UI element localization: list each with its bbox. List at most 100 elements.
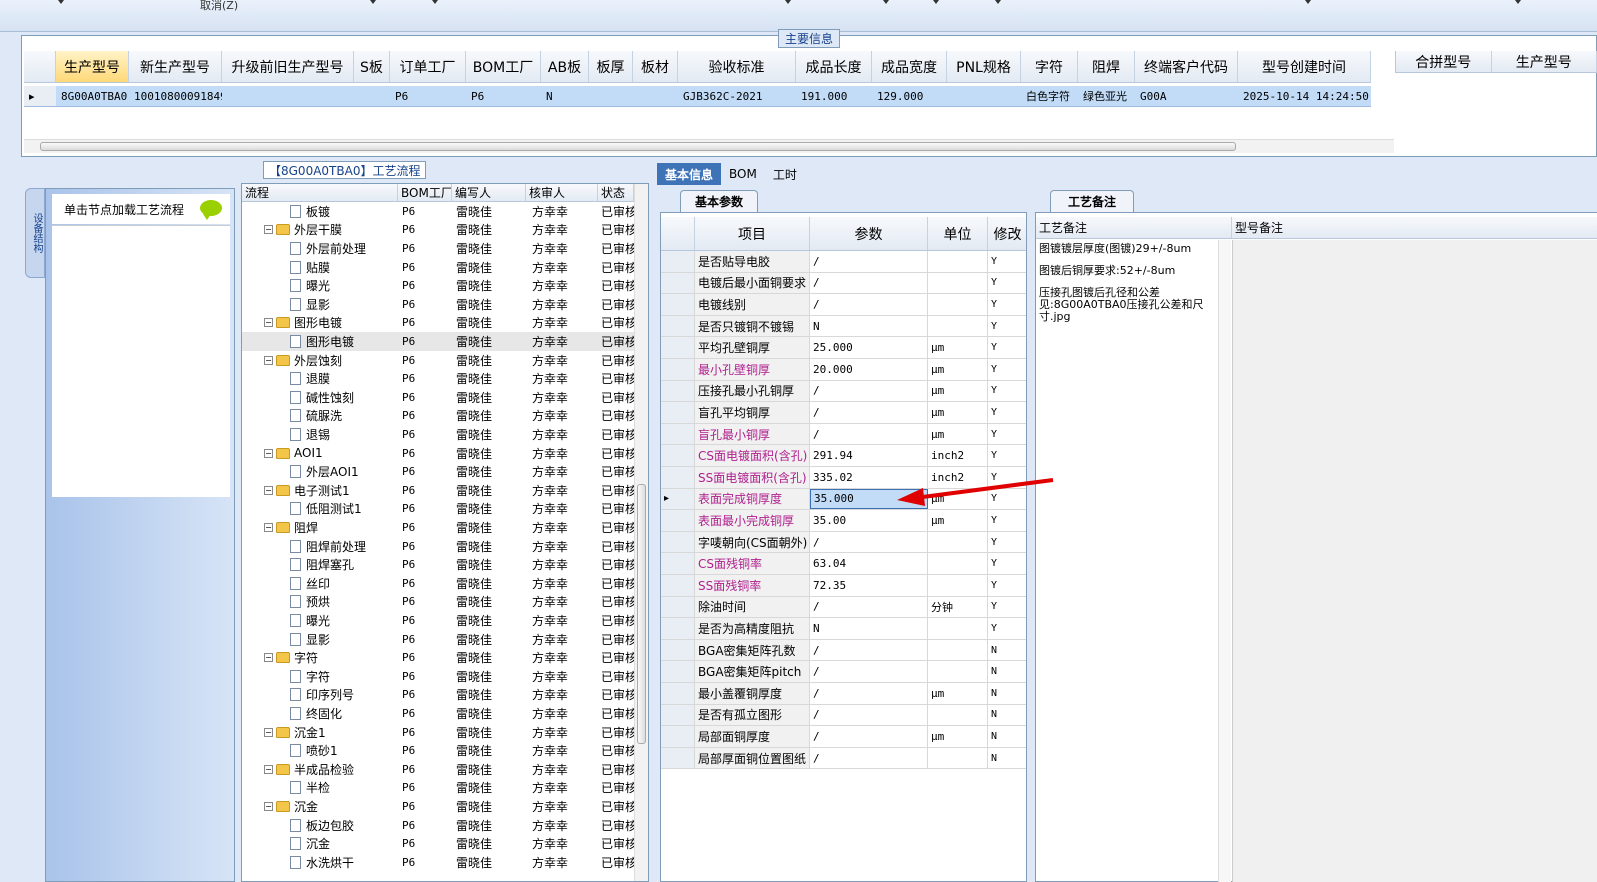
tree-node[interactable]: − AOI1: [242, 444, 398, 463]
tree-row[interactable]: 板边包胶 P6 雷晓佳 方幸幸 已审核: [242, 816, 634, 835]
tree-col-header[interactable]: BOM工厂: [398, 184, 452, 201]
dropdown-arrow-icon[interactable]: [58, 0, 64, 4]
model-notes-text[interactable]: [1232, 240, 1597, 882]
main-col-header[interactable]: AB板: [541, 51, 589, 82]
main-col-header[interactable]: BOM工厂: [466, 51, 541, 82]
expand-toggle-icon[interactable]: −: [264, 764, 273, 774]
process-notes-text[interactable]: 图镀镀层厚度(图镀)29+/-8um 图镀后铜厚要求:52+/-8um 压接孔图…: [1039, 243, 1219, 333]
param-row[interactable]: CS面电镀面积(含孔) 291.94 inch2 Y: [661, 445, 1026, 467]
tree-col-header[interactable]: 状态: [598, 184, 634, 201]
tree-node[interactable]: 喷砂1: [242, 741, 398, 760]
param-value[interactable]: /: [810, 704, 928, 726]
param-row[interactable]: 最小盖覆铜厚度 / μm N: [661, 683, 1026, 705]
tree-row[interactable]: − 电子测试1 P6 雷晓佳 方幸幸 已审核: [242, 481, 634, 500]
tree-node[interactable]: − 图形电镀: [242, 314, 398, 333]
main-col-header[interactable]: 新生产型号: [129, 51, 222, 82]
tree-node[interactable]: 外层AOI1: [242, 462, 398, 481]
param-value[interactable]: 72.35: [810, 575, 928, 596]
tree-row[interactable]: − 沉金 P6 雷晓佳 方幸幸 已审核: [242, 797, 634, 816]
col-production-model[interactable]: 生产型号: [1492, 51, 1597, 72]
param-value[interactable]: /: [810, 747, 928, 769]
cancel-button[interactable]: 取消(Z): [200, 0, 238, 13]
param-value[interactable]: 20.000: [810, 359, 928, 380]
tree-row[interactable]: − 外层蚀刻 P6 雷晓佳 方幸幸 已审核: [242, 351, 634, 370]
tree-node[interactable]: 硫脲洗: [242, 407, 398, 426]
expand-toggle-icon[interactable]: −: [264, 801, 273, 811]
main-col-header[interactable]: 成品长度: [796, 51, 872, 82]
tree-row[interactable]: 阻焊塞孔 P6 雷晓佳 方幸幸 已审核: [242, 555, 634, 574]
tree-node[interactable]: − 外层蚀刻: [242, 351, 398, 370]
tree-node[interactable]: 字符: [242, 667, 398, 686]
scroll-thumb[interactable]: [637, 484, 646, 744]
param-row[interactable]: 除油时间 / 分钟 Y: [661, 596, 1026, 619]
param-row[interactable]: 局部面铜厚度 / μm N: [661, 726, 1026, 748]
param-value[interactable]: 291.94: [810, 445, 928, 466]
tree-row[interactable]: 退锡 P6 雷晓佳 方幸幸 已审核: [242, 425, 634, 444]
tree-node[interactable]: − 外层干膜: [242, 221, 398, 240]
main-grid-hscrollbar[interactable]: [24, 139, 1394, 153]
param-value[interactable]: /: [810, 531, 928, 553]
tree-row[interactable]: 印序列号 P6 雷晓佳 方幸幸 已审核: [242, 686, 634, 705]
tree-row[interactable]: 碱性蚀刻 P6 雷晓佳 方幸幸 已审核: [242, 388, 634, 407]
notes-vscrollbar[interactable]: [1218, 240, 1231, 882]
tree-node[interactable]: 水洗烘干: [242, 853, 398, 872]
param-col-header[interactable]: 项目: [695, 217, 810, 250]
dropdown-arrow-icon[interactable]: [785, 0, 791, 4]
param-row[interactable]: 局部厚面铜位置图纸 / N: [661, 747, 1026, 770]
tree-row[interactable]: 终固化 P6 雷晓佳 方幸幸 已审核: [242, 704, 634, 723]
tree-row[interactable]: − 字符 P6 雷晓佳 方幸幸 已审核: [242, 648, 634, 667]
tree-col-header[interactable]: 流程: [242, 184, 398, 201]
param-value[interactable]: 25.000: [810, 337, 928, 358]
main-grid-row[interactable]: ▸ 8G00A0TBA0 10010800091849 P6 P6 N GJB362C-20…: [24, 86, 1371, 107]
tab-work-hours[interactable]: 工时: [765, 163, 805, 185]
param-col-header[interactable]: 修改: [988, 217, 1026, 250]
param-row[interactable]: BGA密集矩阵pitch / N: [661, 661, 1026, 683]
tree-node[interactable]: 碱性蚀刻: [242, 388, 398, 407]
tree-node[interactable]: 半检: [242, 779, 398, 798]
scroll-thumb[interactable]: [40, 142, 1236, 151]
dropdown-arrow-icon[interactable]: [432, 0, 438, 4]
expand-toggle-icon[interactable]: −: [264, 522, 273, 532]
device-structure-tab[interactable]: 设备结构: [25, 188, 45, 278]
expand-toggle-icon[interactable]: −: [264, 318, 273, 328]
tree-row[interactable]: 显影 P6 雷晓佳 方幸幸 已审核: [242, 295, 634, 314]
param-value[interactable]: /: [810, 683, 928, 704]
tree-node[interactable]: 板边包胶: [242, 816, 398, 835]
tab-bom[interactable]: BOM: [721, 163, 765, 185]
tree-node[interactable]: 预烘: [242, 593, 398, 612]
tree-node[interactable]: 显影: [242, 295, 398, 314]
param-row[interactable]: 压接孔最小孔铜厚 / μm Y: [661, 380, 1026, 403]
process-tree-vscrollbar[interactable]: [634, 184, 648, 881]
tree-node[interactable]: 显影: [242, 630, 398, 649]
main-col-header[interactable]: 成品宽度: [872, 51, 947, 82]
tree-row[interactable]: 喷砂1 P6 雷晓佳 方幸幸 已审核: [242, 741, 634, 760]
tree-row[interactable]: 退膜 P6 雷晓佳 方幸幸 已审核: [242, 369, 634, 388]
param-value[interactable]: /: [810, 596, 928, 618]
expand-toggle-icon[interactable]: −: [264, 727, 273, 737]
tree-row[interactable]: 沉金 P6 雷晓佳 方幸幸 已审核: [242, 834, 634, 853]
param-value[interactable]: /: [810, 423, 928, 445]
tree-row[interactable]: − AOI1 P6 雷晓佳 方幸幸 已审核: [242, 444, 634, 463]
tree-col-header[interactable]: 编写人: [452, 184, 526, 201]
tree-node[interactable]: − 半成品检验: [242, 760, 398, 779]
tree-node[interactable]: − 沉金1: [242, 723, 398, 742]
tree-row[interactable]: 硫脲洗 P6 雷晓佳 方幸幸 已审核: [242, 407, 634, 426]
tree-node[interactable]: 退锡: [242, 425, 398, 444]
tree-row[interactable]: 图形电镀 P6 雷晓佳 方幸幸 已审核: [242, 332, 634, 351]
main-col-header[interactable]: PNL规格: [947, 51, 1021, 82]
param-row[interactable]: CS面残铜率 63.04 Y: [661, 553, 1026, 575]
expand-toggle-icon[interactable]: −: [264, 653, 273, 663]
dropdown-arrow-icon[interactable]: [1305, 0, 1311, 4]
param-row[interactable]: 字唛朝向(CS面朝外) / Y: [661, 531, 1026, 554]
tree-node[interactable]: 低阻测试1: [242, 500, 398, 519]
tree-row[interactable]: 外层前处理 P6 雷晓佳 方幸幸 已审核: [242, 239, 634, 258]
tree-node[interactable]: 丝印: [242, 574, 398, 593]
param-row[interactable]: 电镀线别 / Y: [661, 294, 1026, 316]
tree-row[interactable]: 贴膜 P6 雷晓佳 方幸幸 已审核: [242, 258, 634, 277]
tree-node[interactable]: − 字符: [242, 648, 398, 667]
main-col-header[interactable]: 型号创建时间: [1238, 51, 1371, 82]
dropdown-arrow-icon[interactable]: [883, 0, 889, 4]
param-value[interactable]: /: [810, 294, 928, 315]
tree-node[interactable]: 退膜: [242, 369, 398, 388]
param-value[interactable]: 35.00: [810, 510, 928, 531]
